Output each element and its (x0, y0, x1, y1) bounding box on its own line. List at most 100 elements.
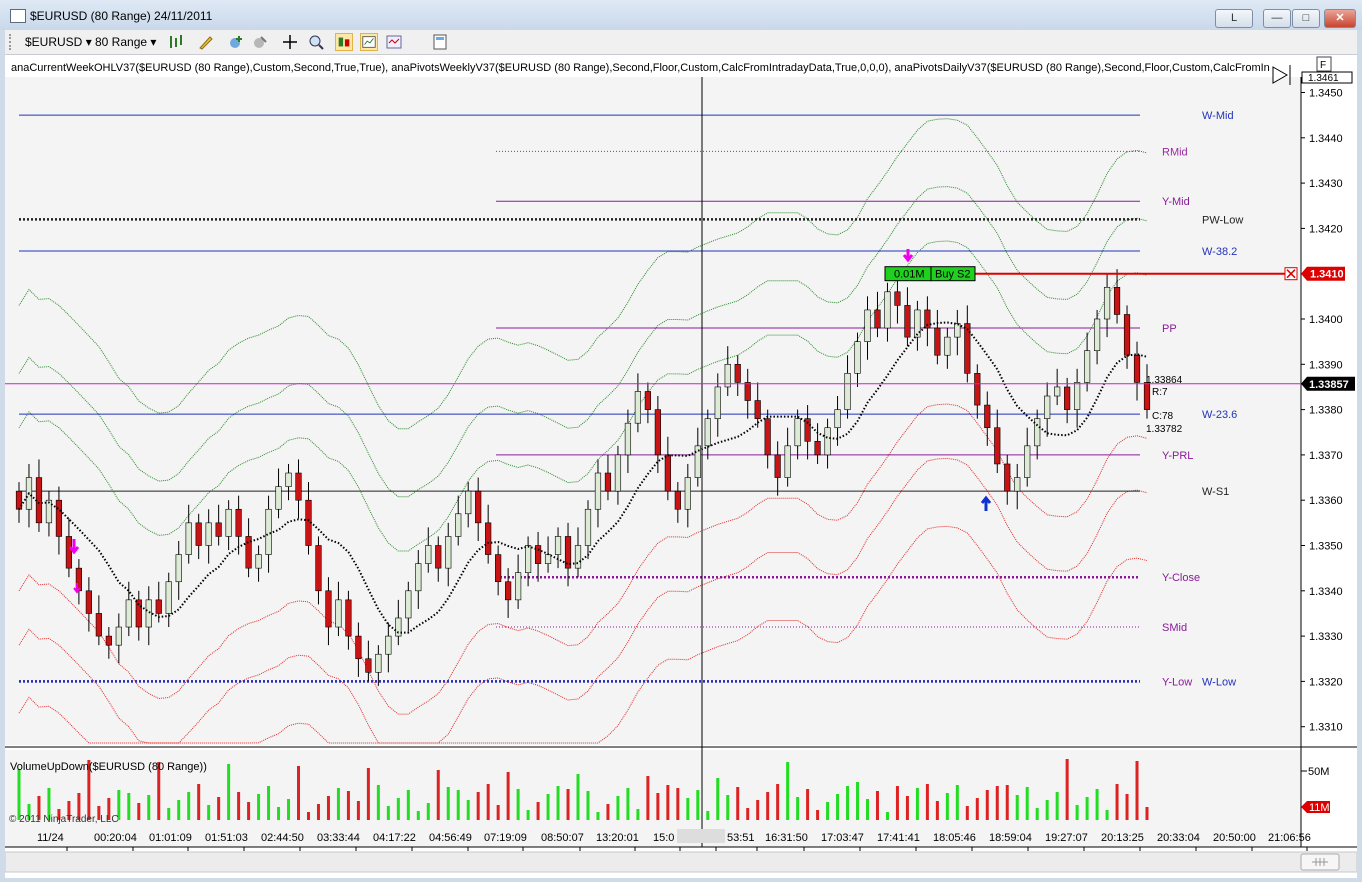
candle-body (994, 427, 1001, 465)
volume-bar (277, 807, 281, 820)
candle-body (445, 536, 452, 569)
volume-bar (626, 788, 630, 820)
candle-body (794, 418, 801, 447)
pivot-label: W-23.6 (1202, 409, 1237, 421)
volume-bar (766, 792, 770, 820)
close-button[interactable]: ✕ (1324, 9, 1356, 28)
volume-bar (965, 806, 969, 820)
volume-bar (985, 790, 989, 820)
candle-body (195, 522, 202, 546)
volume-bar (1145, 807, 1149, 820)
candle-body (505, 581, 512, 601)
candle-body (15, 490, 23, 510)
volume-bar (306, 812, 310, 820)
candle-body (65, 536, 73, 569)
candle-body (694, 445, 701, 478)
price-plot-area[interactable] (5, 77, 1301, 745)
volume-bar (646, 776, 650, 820)
volume-bar (1095, 789, 1099, 820)
candle-body (674, 490, 681, 510)
candle-body (185, 522, 192, 555)
volume-bar (806, 789, 810, 820)
volume-bar (846, 786, 850, 820)
time-axis-label: 13:20:01 (596, 832, 639, 844)
time-axis-label: 20:33:04 (1157, 832, 1200, 844)
strategy-icon[interactable] (251, 33, 269, 51)
volume-bar (506, 772, 510, 820)
zoom-icon[interactable] (307, 33, 325, 51)
candle-body (115, 626, 122, 646)
volume-bar (1115, 784, 1119, 820)
candle-body (1054, 386, 1061, 397)
volume-bar (776, 784, 780, 820)
bar-type-icon[interactable] (168, 33, 186, 51)
price-axis-label: 1.3440 (1309, 133, 1343, 145)
volume-bar (177, 800, 181, 820)
candle-body (864, 309, 871, 342)
candle-body (524, 545, 532, 573)
last-bar-range: R:7 (1152, 387, 1168, 398)
candle-body (814, 441, 821, 456)
link-button[interactable]: L (1215, 9, 1253, 28)
interval-selector[interactable]: 80 Range ▾ (95, 35, 156, 49)
volume-bar (576, 774, 580, 820)
candle-body (854, 341, 861, 374)
volume-bar (746, 808, 750, 820)
candle-body (974, 373, 981, 406)
volume-bar (197, 784, 201, 820)
time-axis-label: 19:27:07 (1045, 832, 1088, 844)
volume-bar (496, 805, 500, 820)
time-axis-label: 02:44:50 (261, 832, 304, 844)
volume-bar (786, 762, 790, 820)
indicator-header: anaCurrentWeekOHLV37($EURUSD (80 Range),… (11, 62, 1270, 74)
pivot-label: PW-Low (1202, 214, 1243, 226)
candle-body (255, 554, 262, 569)
volume-bar (915, 788, 919, 820)
chart-trader-icon[interactable] (335, 33, 353, 51)
add-indicator-icon[interactable] (227, 33, 245, 51)
candle-body (315, 545, 322, 592)
volume-bar (17, 769, 21, 820)
volume-bar (895, 786, 899, 820)
price-chart[interactable]: anaCurrentWeekOHLV37($EURUSD (80 Range),… (4, 55, 1358, 878)
candle-body (884, 291, 891, 329)
volume-bar (476, 792, 480, 820)
candle-body (275, 486, 282, 510)
candle-body (714, 386, 721, 419)
time-axis-label: 04:56:49 (429, 832, 472, 844)
volume-bar (376, 785, 380, 820)
candle-body (205, 522, 212, 546)
properties-icon[interactable] (385, 33, 403, 51)
candle-body (784, 445, 791, 478)
horizontal-scrollbar[interactable] (4, 851, 1358, 873)
minimize-button[interactable]: — (1263, 9, 1291, 28)
volume-bar (456, 790, 460, 820)
volume-axis-top: 50M (1308, 766, 1329, 778)
volume-bar (1045, 800, 1049, 820)
copyright-notice: © 2011 NinjaTrader, LLC (9, 814, 119, 825)
maximize-button[interactable]: □ (1292, 9, 1320, 28)
pivot-label: W-Low (1202, 676, 1236, 688)
pencil-draw-icon[interactable] (197, 33, 215, 51)
pivot-label: Y-Low (1162, 676, 1192, 688)
chart-settings-icon[interactable] (431, 33, 449, 51)
candle-body (934, 327, 941, 356)
time-axis-label: 08:50:07 (541, 832, 584, 844)
volume-bar (666, 785, 670, 820)
data-box-icon[interactable] (360, 33, 378, 51)
volume-bar (1035, 808, 1039, 820)
price-axis-label: 1.3430 (1309, 178, 1343, 190)
instrument-selector[interactable]: $EURUSD ▾ (25, 35, 92, 49)
instrument-label: $EURUSD (25, 35, 83, 49)
chart-panel[interactable]: anaCurrentWeekOHLV37($EURUSD (80 Range),… (4, 55, 1358, 878)
chart-menu-box-label: F (1320, 60, 1326, 71)
candle-body (335, 599, 342, 628)
price-axis-label: 1.3350 (1309, 541, 1343, 553)
volume-bar (856, 782, 860, 820)
crosshair-icon[interactable] (281, 33, 299, 51)
candle-body (944, 336, 951, 356)
volume-bar (247, 802, 251, 820)
candle-body (415, 563, 422, 592)
chart-toolbar: $EURUSD ▾ 80 Range ▾ (5, 30, 1357, 55)
volume-bar (386, 806, 390, 820)
